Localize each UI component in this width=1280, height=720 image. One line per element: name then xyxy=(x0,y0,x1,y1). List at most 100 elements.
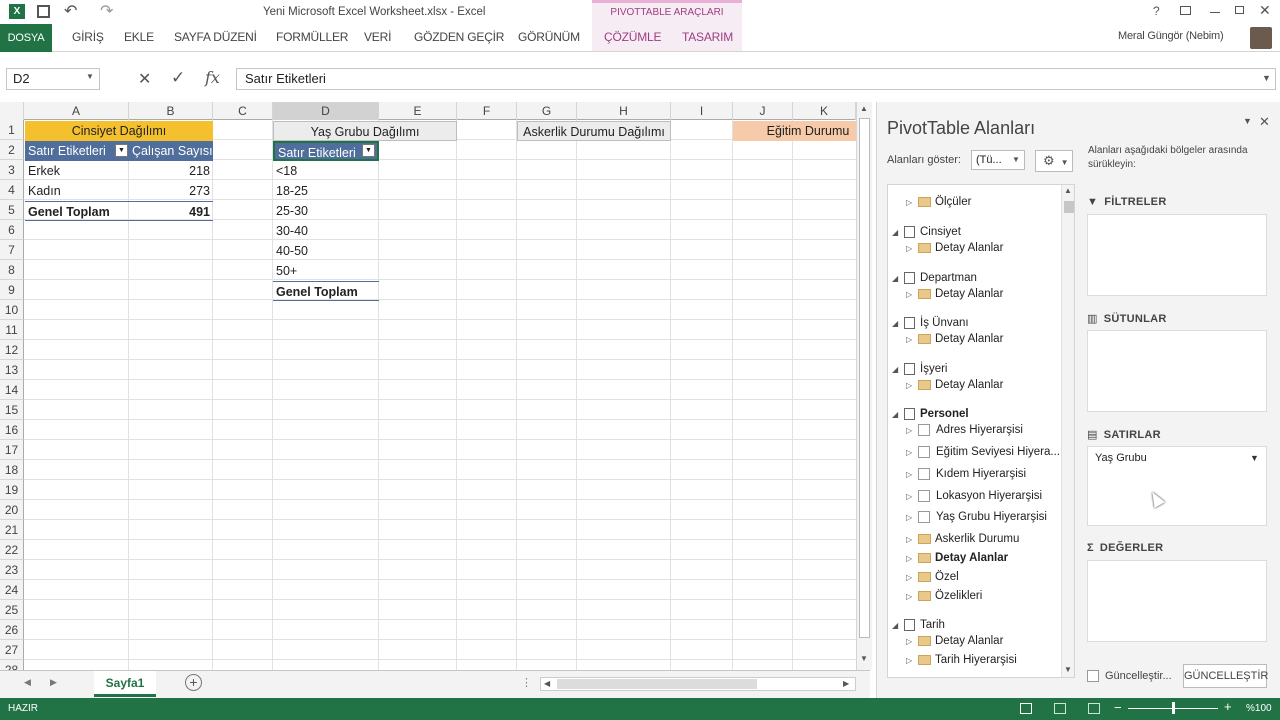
expand-icon[interactable]: ▷ xyxy=(906,443,918,462)
rows-field-yas-grubu[interactable]: Yaş Grubu ▼ xyxy=(1088,447,1266,469)
sheet-tab-sayfa1[interactable]: Sayfa1 xyxy=(94,671,156,697)
add-sheet-icon[interactable]: + xyxy=(185,674,202,691)
column-header-h[interactable]: H xyxy=(577,102,671,120)
checkbox[interactable] xyxy=(918,510,930,523)
row-header-24[interactable]: 24 xyxy=(0,580,24,600)
checkbox[interactable] xyxy=(918,423,930,436)
tab-file[interactable]: DOSYA xyxy=(0,24,52,52)
row-header-10[interactable]: 10 xyxy=(0,300,24,320)
row-header-2[interactable]: 2 xyxy=(0,140,24,160)
tab-review[interactable]: GÖZDEN GEÇİR xyxy=(414,30,504,44)
tab-home[interactable]: GİRİŞ xyxy=(72,30,104,44)
expand-icon[interactable]: ▷ xyxy=(906,487,918,506)
help-icon[interactable]: ? xyxy=(1153,4,1160,18)
pivot2-row-40-50[interactable]: 40-50 xyxy=(273,241,379,261)
row-header-13[interactable]: 13 xyxy=(0,360,24,380)
pivot1-value-erkek[interactable]: 218 xyxy=(129,161,213,181)
field-item[interactable]: ▷ Özel xyxy=(888,568,959,587)
ribbon-display-icon[interactable] xyxy=(1180,6,1191,15)
field-item[interactable]: ▷ Yaş Grubu Hiyerarşisi xyxy=(888,508,1047,527)
normal-view-icon[interactable] xyxy=(1020,703,1032,714)
row-header-3[interactable]: 3 xyxy=(0,160,24,180)
column-header-d[interactable]: D xyxy=(273,102,379,120)
row-header-6[interactable]: 6 xyxy=(0,220,24,240)
expand-icon[interactable]: ▷ xyxy=(906,632,918,651)
scroll-up-icon[interactable]: ▲ xyxy=(1064,186,1072,195)
cell-d1[interactable]: Yaş Grubu Dağılımı xyxy=(273,121,457,141)
hscroll-thumb[interactable] xyxy=(557,679,757,689)
field-item[interactable]: ▷ Detay Alanlar xyxy=(888,285,1003,304)
values-zone[interactable] xyxy=(1087,560,1267,642)
formula-input[interactable]: Satır Etiketleri xyxy=(236,68,1276,90)
field-list[interactable]: ▷ Ölçüler ◢ Cinsiyet ▷ Detay Alanlar ◢ Departma… xyxy=(887,184,1075,678)
expand-icon[interactable]: ▷ xyxy=(906,651,918,670)
expand-icon[interactable]: ▷ xyxy=(906,508,918,527)
pivot1-value-header[interactable]: Çalışan Sayısı xyxy=(129,141,213,161)
expand-icon[interactable]: ▷ xyxy=(906,376,918,395)
row-header-23[interactable]: 23 xyxy=(0,560,24,580)
filters-zone[interactable] xyxy=(1087,214,1267,296)
tab-data[interactable]: VERİ xyxy=(364,30,391,44)
expand-icon[interactable]: ▷ xyxy=(906,421,918,440)
cancel-entry-icon[interactable]: ✕ xyxy=(138,69,151,89)
settings-gear-icon[interactable]: ⚙ ▼ xyxy=(1035,150,1073,172)
row-header-20[interactable]: 20 xyxy=(0,500,24,520)
prev-sheet-icon[interactable]: ◀ xyxy=(24,677,31,688)
pivot2-row-50plus[interactable]: 50+ xyxy=(273,261,379,281)
row-header-12[interactable]: 12 xyxy=(0,340,24,360)
rows-zone[interactable]: Yaş Grubu ▼ xyxy=(1087,446,1267,526)
row-header-15[interactable]: 15 xyxy=(0,400,24,420)
insert-function-icon[interactable]: fx xyxy=(205,68,220,87)
row-header-9[interactable]: 9 xyxy=(0,280,24,300)
column-header-j[interactable]: J xyxy=(733,102,793,120)
pivot1-grand-total-value[interactable]: 491 xyxy=(129,201,213,221)
field-item[interactable]: ▷ Lokasyon Hiyerarşisi xyxy=(888,487,1042,506)
vertical-scrollbar[interactable]: ▲ ▼ xyxy=(856,102,872,670)
field-item[interactable]: ▷ Eğitim Seviyesi Hiyera... xyxy=(888,443,1060,462)
zoom-in-icon[interactable]: + xyxy=(1224,699,1232,714)
redo-icon[interactable]: ↷ xyxy=(100,1,113,21)
row-header-27[interactable]: 27 xyxy=(0,640,24,660)
field-item[interactable]: ▷ Kıdem Hiyerarşisi xyxy=(888,465,1026,484)
row-header-22[interactable]: 22 xyxy=(0,540,24,560)
row-header-18[interactable]: 18 xyxy=(0,460,24,480)
pivot2-grand-total-label[interactable]: Genel Toplam xyxy=(273,281,379,301)
confirm-entry-icon[interactable]: ✓ xyxy=(171,68,185,88)
tab-insert[interactable]: EKLE xyxy=(124,30,154,44)
expand-icon[interactable]: ▷ xyxy=(906,239,918,258)
row-header-7[interactable]: 7 xyxy=(0,240,24,260)
cell-g1[interactable]: Askerlik Durumu Dağılımı xyxy=(517,121,671,141)
cell-a1[interactable]: Cinsiyet Dağılımı xyxy=(25,121,213,141)
scroll-up-icon[interactable]: ▲ xyxy=(860,104,868,113)
avatar[interactable] xyxy=(1250,27,1272,49)
expand-icon[interactable]: ▷ xyxy=(906,549,918,568)
pivot1-value-kadin[interactable]: 273 xyxy=(129,181,213,201)
pivot1-row-label-header[interactable]: Satır Etiketleri xyxy=(25,141,129,161)
field-item[interactable]: ▷ Detay Alanlar xyxy=(888,239,1003,258)
field-dropdown-icon[interactable]: ▼ xyxy=(1250,447,1259,469)
tab-page-layout[interactable]: SAYFA DÜZENİ xyxy=(174,30,257,44)
undo-icon[interactable]: ↶ xyxy=(64,1,77,21)
row-header-4[interactable]: 4 xyxy=(0,180,24,200)
tab-analyze[interactable]: ÇÖZÜMLE xyxy=(604,30,661,44)
row-header-14[interactable]: 14 xyxy=(0,380,24,400)
field-item[interactable]: ▷ Detay Alanlar xyxy=(888,330,1003,349)
column-header-i[interactable]: I xyxy=(671,102,733,120)
close-icon[interactable]: ✕ xyxy=(1259,2,1271,19)
scroll-thumb[interactable] xyxy=(1064,201,1074,213)
checkbox[interactable] xyxy=(918,467,930,480)
next-sheet-icon[interactable]: ▶ xyxy=(50,677,57,688)
scroll-right-icon[interactable]: ▶ xyxy=(843,679,849,688)
namebox-dropdown-icon[interactable]: ▼ xyxy=(86,72,94,81)
field-item[interactable]: ▷ Özelikleri xyxy=(888,587,982,606)
field-item[interactable]: ▷ Adres Hiyerarşisi xyxy=(888,421,1023,440)
select-all-corner[interactable] xyxy=(0,102,24,120)
row-header-11[interactable]: 11 xyxy=(0,320,24,340)
expand-icon[interactable]: ▷ xyxy=(906,465,918,484)
expand-icon[interactable]: ▷ xyxy=(906,568,918,587)
field-item[interactable]: ▷ Detay Alanlar xyxy=(888,376,1003,395)
row-label-filter-icon[interactable]: ▼ xyxy=(115,144,128,157)
row-header-16[interactable]: 16 xyxy=(0,420,24,440)
pivot1-row-kadin[interactable]: Kadın xyxy=(25,181,129,201)
page-layout-view-icon[interactable] xyxy=(1054,703,1066,714)
